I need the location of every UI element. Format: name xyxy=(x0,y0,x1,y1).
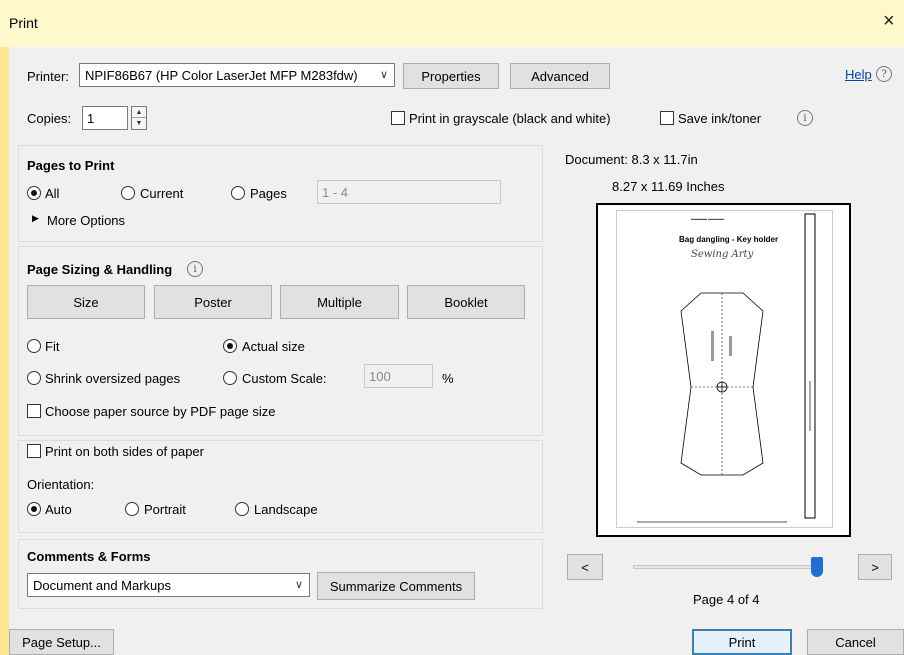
radio-all-label: All xyxy=(45,186,60,201)
info-icon[interactable]: i xyxy=(187,261,203,277)
booklet-button[interactable]: Booklet xyxy=(407,285,525,319)
help-link[interactable]: Help xyxy=(845,67,872,82)
paper-source-label: Choose paper source by PDF page size xyxy=(45,404,276,419)
radio-landscape-label: Landscape xyxy=(254,502,318,517)
page-indicator: Page 4 of 4 xyxy=(693,592,760,607)
comments-forms-select[interactable]: Document and Markups ∨ xyxy=(27,573,310,597)
poster-button[interactable]: Poster xyxy=(154,285,272,319)
page-slider-thumb[interactable] xyxy=(811,557,823,577)
page-sizing-title: Page Sizing & Handling xyxy=(27,262,173,277)
close-icon[interactable]: × xyxy=(883,10,895,33)
radio-auto[interactable] xyxy=(27,502,41,516)
properties-button[interactable]: Properties xyxy=(403,63,499,89)
page-slider-track[interactable] xyxy=(633,565,823,569)
radio-current[interactable] xyxy=(121,186,135,200)
summarize-comments-button[interactable]: Summarize Comments xyxy=(317,572,475,600)
radio-current-label: Current xyxy=(140,186,184,201)
paper-size: 8.27 x 11.69 Inches xyxy=(612,179,725,194)
page-range-input[interactable]: 1 - 4 xyxy=(317,180,501,204)
advanced-button[interactable]: Advanced xyxy=(510,63,610,89)
radio-pages[interactable] xyxy=(231,186,245,200)
radio-pages-label: Pages xyxy=(250,186,287,201)
custom-scale-input[interactable]: 100 xyxy=(364,364,433,388)
radio-actual-size[interactable] xyxy=(223,339,237,353)
size-button[interactable]: Size xyxy=(27,285,145,319)
grayscale-label: Print in grayscale (black and white) xyxy=(409,111,611,126)
copies-label: Copies: xyxy=(27,111,72,126)
radio-portrait[interactable] xyxy=(125,502,139,516)
radio-landscape[interactable] xyxy=(235,502,249,516)
pages-to-print-title: Pages to Print xyxy=(27,158,115,173)
paper-source-checkbox[interactable] xyxy=(27,404,41,418)
chevron-down-icon[interactable]: ▼ xyxy=(132,118,146,129)
previous-page-button[interactable]: < xyxy=(567,554,603,580)
copies-stepper[interactable]: ▲ ▼ xyxy=(131,106,147,130)
percent-label: % xyxy=(442,371,454,386)
key-holder-pattern xyxy=(637,213,816,523)
radio-auto-label: Auto xyxy=(45,502,72,517)
radio-portrait-label: Portrait xyxy=(144,502,186,517)
radio-custom-scale-label: Custom Scale: xyxy=(242,371,327,386)
page-setup-button[interactable]: Page Setup... xyxy=(9,629,114,655)
more-options-toggle[interactable]: More Options xyxy=(47,213,125,228)
document-size: Document: 8.3 x 11.7in xyxy=(565,152,698,167)
radio-fit-label: Fit xyxy=(45,339,60,354)
next-page-button[interactable]: > xyxy=(858,554,892,580)
printer-select-value: NPIF86B67 (HP Color LaserJet MFP M283fdw… xyxy=(85,67,358,83)
save-ink-label: Save ink/toner xyxy=(678,111,762,126)
cancel-button[interactable]: Cancel xyxy=(807,629,904,655)
title-bar xyxy=(0,0,904,47)
info-icon[interactable]: i xyxy=(797,110,813,126)
radio-shrink[interactable] xyxy=(27,371,41,385)
page-preview: ▬▬▬▬ ▬▬▬▬ Bag dangling - Key holder Sewi… xyxy=(596,203,851,537)
printer-label: Printer: xyxy=(27,69,69,84)
radio-custom-scale[interactable] xyxy=(223,371,237,385)
grayscale-checkbox[interactable] xyxy=(391,111,405,125)
save-ink-checkbox[interactable] xyxy=(660,111,674,125)
chevron-up-icon[interactable]: ▲ xyxy=(132,107,146,118)
printer-select[interactable]: NPIF86B67 (HP Color LaserJet MFP M283fdw… xyxy=(79,63,395,87)
preview-page: ▬▬▬▬ ▬▬▬▬ Bag dangling - Key holder Sewi… xyxy=(616,210,833,528)
copies-input[interactable]: 1 xyxy=(82,106,128,130)
window-title: Print xyxy=(9,15,38,31)
comments-forms-select-value: Document and Markups xyxy=(33,577,172,593)
both-sides-label: Print on both sides of paper xyxy=(45,444,204,459)
radio-shrink-label: Shrink oversized pages xyxy=(45,371,181,386)
comments-forms-title: Comments & Forms xyxy=(27,549,151,564)
both-sides-checkbox[interactable] xyxy=(27,444,41,458)
expand-triangle-icon[interactable]: ▶ xyxy=(32,213,39,224)
radio-actual-size-label: Actual size xyxy=(242,339,305,354)
print-button[interactable]: Print xyxy=(692,629,792,655)
multiple-button[interactable]: Multiple xyxy=(280,285,399,319)
orientation-label: Orientation: xyxy=(27,477,95,492)
radio-all[interactable] xyxy=(27,186,41,200)
chevron-down-icon: ∨ xyxy=(379,69,388,81)
radio-fit[interactable] xyxy=(27,339,41,353)
help-icon[interactable]: ? xyxy=(876,66,892,82)
chevron-down-icon: ∨ xyxy=(294,579,303,591)
